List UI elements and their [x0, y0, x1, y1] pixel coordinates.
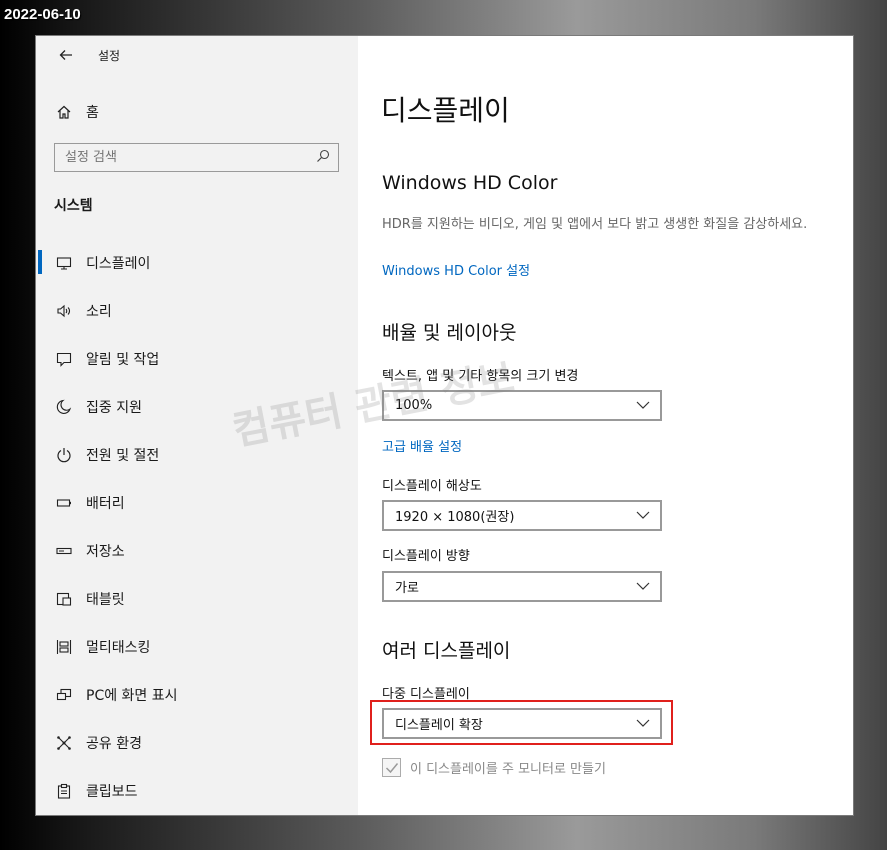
sidebar-item-label: 배터리 — [86, 496, 125, 512]
tablet-icon — [54, 589, 74, 609]
text-size-value: 100% — [395, 398, 433, 413]
chevron-down-icon — [636, 716, 650, 731]
sidebar-item-label: 클립보드 — [86, 784, 138, 800]
notification-icon — [54, 349, 74, 369]
sidebar-item-label: PC에 화면 표시 — [86, 688, 178, 704]
back-button[interactable]: 설정 — [56, 44, 120, 66]
orientation-dropdown[interactable]: 가로 — [382, 571, 662, 602]
sidebar-item-multitasking[interactable]: 멀티태스킹 — [54, 635, 150, 659]
home-icon — [54, 102, 74, 122]
multi-display-value: 디스플레이 확장 — [395, 718, 483, 733]
clipboard-icon — [54, 781, 74, 801]
sidebar-item-display[interactable]: 디스플레이 — [54, 251, 150, 275]
storage-icon — [54, 541, 74, 561]
monitor-icon — [54, 253, 74, 273]
power-icon — [54, 445, 74, 465]
scale-heading: 배율 및 레이아웃 — [382, 322, 517, 344]
content-pane: 디스플레이 Windows HD Color HDR를 지원하는 비디오, 게임… — [358, 36, 853, 815]
back-arrow-icon — [56, 45, 76, 65]
sidebar-item-notifications[interactable]: 알림 및 작업 — [54, 347, 159, 371]
sidebar-item-project[interactable]: PC에 화면 표시 — [54, 683, 178, 707]
shared-experience-icon — [54, 733, 74, 753]
sidebar-item-label: 알림 및 작업 — [86, 352, 160, 368]
sidebar-item-label: 전원 및 절전 — [86, 448, 160, 464]
sidebar-item-sound[interactable]: 소리 — [54, 299, 112, 323]
sidebar-item-home[interactable]: 홈 — [54, 100, 99, 124]
resolution-value: 1920 × 1080(권장) — [395, 510, 515, 525]
advanced-scaling-link[interactable]: 고급 배율 설정 — [382, 436, 462, 455]
sidebar-item-label: 디스플레이 — [86, 256, 151, 272]
sidebar-item-power[interactable]: 전원 및 절전 — [54, 443, 159, 467]
search-input[interactable] — [63, 149, 316, 166]
multi-display-heading: 여러 디스플레이 — [382, 640, 511, 662]
hdr-heading: Windows HD Color — [382, 172, 558, 194]
text-size-dropdown[interactable]: 100% — [382, 390, 662, 421]
sidebar-item-label: 소리 — [86, 304, 112, 320]
resolution-label: 디스플레이 해상도 — [382, 479, 482, 494]
settings-window: 설정 홈 시스템 디스플레이 소리 알림 및 작업 — [35, 35, 854, 816]
section-title: 시스템 — [54, 198, 93, 214]
sidebar-item-label: 공유 환경 — [86, 736, 142, 752]
sidebar-item-tablet[interactable]: 태블릿 — [54, 587, 125, 611]
hdr-settings-link[interactable]: Windows HD Color 설정 — [382, 260, 530, 279]
sidebar-item-label: 집중 지원 — [86, 400, 142, 416]
sidebar-item-battery[interactable]: 배터리 — [54, 491, 125, 515]
main-display-checkbox-label: 이 디스플레이를 주 모니터로 만들기 — [410, 762, 606, 777]
checkmark-icon[interactable] — [382, 758, 401, 777]
main-display-checkbox[interactable]: 이 디스플레이를 주 모니터로 만들기 — [382, 758, 606, 777]
sidebar-item-label: 태블릿 — [86, 592, 125, 608]
page-title: 디스플레이 — [381, 94, 510, 127]
speaker-icon — [54, 301, 74, 321]
resolution-dropdown[interactable]: 1920 × 1080(권장) — [382, 500, 662, 531]
orientation-label: 디스플레이 방향 — [382, 549, 470, 564]
chevron-down-icon — [636, 579, 650, 594]
text-size-label: 텍스트, 앱 및 기타 항목의 크기 변경 — [382, 369, 579, 384]
sidebar-item-label: 멀티태스킹 — [86, 640, 151, 656]
orientation-value: 가로 — [395, 581, 419, 596]
sidebar-item-shared-experiences[interactable]: 공유 환경 — [54, 731, 142, 755]
window-title: 설정 — [98, 48, 121, 63]
project-icon — [54, 685, 74, 705]
multitasking-icon — [54, 637, 74, 657]
sidebar-item-label: 저장소 — [86, 544, 125, 560]
date-stamp: 2022-06-10 — [4, 6, 81, 23]
sidebar-item-storage[interactable]: 저장소 — [54, 539, 125, 563]
chevron-down-icon — [636, 398, 650, 413]
multi-display-dropdown[interactable]: 디스플레이 확장 — [382, 708, 662, 739]
moon-icon — [54, 397, 74, 417]
sidebar-item-focus-assist[interactable]: 집중 지원 — [54, 395, 142, 419]
battery-icon — [54, 493, 74, 513]
chevron-down-icon — [636, 508, 650, 523]
search-box[interactable] — [54, 143, 339, 172]
search-icon[interactable] — [316, 148, 330, 167]
home-label: 홈 — [86, 105, 99, 121]
sidebar: 설정 홈 시스템 디스플레이 소리 알림 및 작업 — [36, 36, 358, 815]
sidebar-item-clipboard[interactable]: 클립보드 — [54, 779, 138, 803]
hdr-description: HDR를 지원하는 비디오, 게임 및 앱에서 보다 밝고 생생한 화질을 감상… — [382, 217, 808, 232]
active-indicator — [38, 250, 42, 274]
